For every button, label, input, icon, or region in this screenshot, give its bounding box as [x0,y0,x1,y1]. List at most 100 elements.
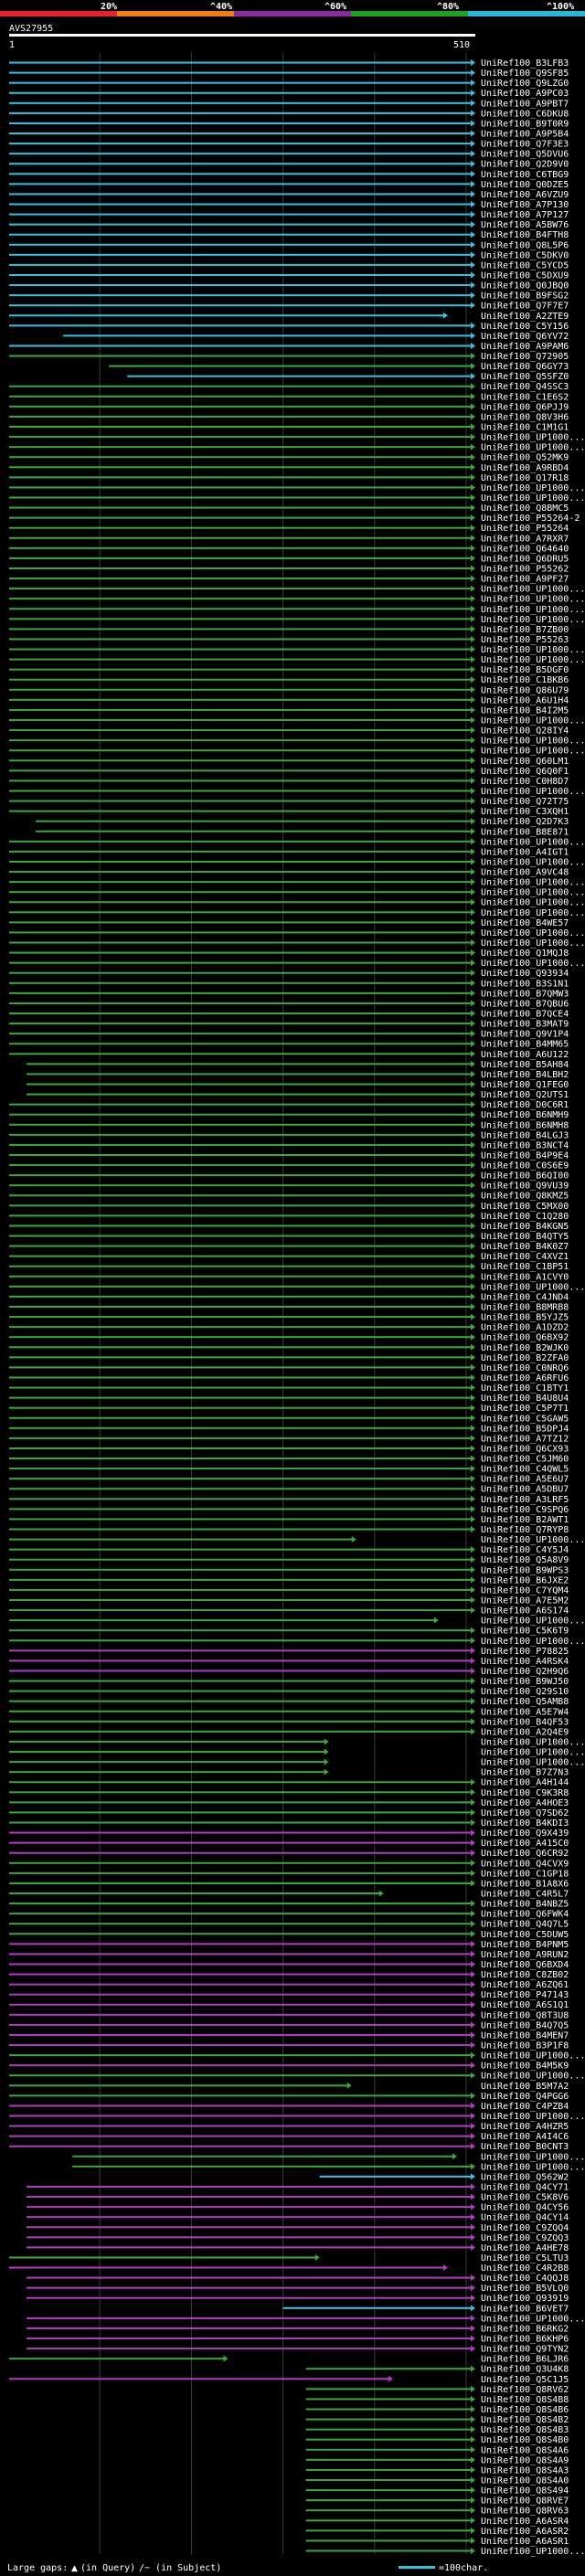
row-label[interactable]: UniRef100_B4MEN7 [481,2030,569,2041]
row-label[interactable]: UniRef100_P55264-2 [481,514,580,524]
row-label[interactable]: UniRef100_UP1000... [481,2072,585,2082]
row-label[interactable]: UniRef100_B5M7A2 [481,2082,569,2092]
row-label[interactable]: UniRef100_P55262 [481,564,569,574]
row-label[interactable]: UniRef100_UP1000... [481,2051,585,2062]
row-label[interactable]: UniRef100_B4LGJ3 [481,1130,569,1140]
row-label[interactable]: UniRef100_Q6Q0F1 [481,767,569,777]
row-label[interactable]: UniRef100_Q6DRU5 [481,554,569,564]
row-label[interactable]: UniRef100_C1E6S2 [481,392,569,402]
row-label[interactable]: UniRef100_UP1000... [481,1617,585,1627]
row-label[interactable]: UniRef100_Q4PGG6 [481,2092,569,2102]
row-label[interactable]: UniRef100_B3NCT4 [481,1140,569,1150]
row-label[interactable]: UniRef100_UP1000... [481,655,585,665]
row-label[interactable]: UniRef100_C5DUW5 [481,1930,569,1940]
row-label[interactable]: UniRef100_A7RXR7 [481,534,569,544]
row-label[interactable]: UniRef100_B3S1N1 [481,979,569,989]
row-label[interactable]: UniRef100_B4NBZ5 [481,1900,569,1910]
row-label[interactable]: UniRef100_UP1000... [481,938,585,949]
row-label[interactable]: UniRef100_A415C0 [481,1839,569,1849]
row-label[interactable]: UniRef100_A4HOE3 [481,1798,569,1808]
row-label[interactable]: UniRef100_Q2UTS1 [481,1090,569,1100]
row-label[interactable]: UniRef100_P55263 [481,635,569,645]
row-label[interactable]: UniRef100_Q8RV63 [481,2507,569,2517]
row-label[interactable]: UniRef100_A6S1Q1 [481,2000,569,2010]
row-label[interactable]: UniRef100_Q8S4A0 [481,2475,569,2486]
row-label[interactable]: UniRef100_B2WJK0 [481,1343,569,1353]
row-label[interactable]: UniRef100_Q72905 [481,352,569,362]
row-label[interactable]: UniRef100_C4QQJ8 [481,2274,569,2284]
row-label[interactable]: UniRef100_Q6BXD4 [481,1960,569,1970]
row-label[interactable]: UniRef100_C4XVZ1 [481,1252,569,1262]
row-label[interactable]: UniRef100_Q8S4A6 [481,2445,569,2455]
row-label[interactable]: UniRef100_C9SPQ6 [481,1505,569,1515]
row-label[interactable]: UniRef100_B3P1F8 [481,2041,569,2051]
row-label[interactable]: UniRef100_C1GP18 [481,1869,569,1879]
row-label[interactable]: UniRef100_Q6BX92 [481,1333,569,1343]
row-label[interactable]: UniRef100_Q5SFZ0 [481,372,569,382]
row-label[interactable]: UniRef100_B3LFB3 [481,58,569,69]
row-label[interactable]: UniRef100_C5JM60 [481,1455,569,1465]
row-label[interactable]: UniRef100_Q9SF85 [481,69,569,79]
row-label[interactable]: UniRef100_UP1000... [481,483,585,493]
row-label[interactable]: UniRef100_A9PBT7 [481,99,569,109]
row-label[interactable]: UniRef100_B4KGN5 [481,1222,569,1232]
row-label[interactable]: UniRef100_B4Q7Q5 [481,2020,569,2030]
row-label[interactable]: UniRef100_A7E5M2 [481,1595,569,1606]
row-label[interactable]: UniRef100_Q72T75 [481,797,569,807]
row-label[interactable]: UniRef100_UP1000... [481,1758,585,1768]
row-label[interactable]: UniRef100_Q4Q7L5 [481,1920,569,1930]
row-label[interactable]: UniRef100_Q6PJJ9 [481,402,569,412]
row-label[interactable]: UniRef100_A5E6U7 [481,1475,569,1485]
row-label[interactable]: UniRef100_C5DKV0 [481,250,569,260]
row-label[interactable]: UniRef100_UP1000... [481,1737,585,1747]
row-label[interactable]: UniRef100_A9P5B4 [481,130,569,140]
row-label[interactable]: UniRef100_Q52MK9 [481,453,569,463]
row-label[interactable]: UniRef100_Q5A8V9 [481,1555,569,1565]
row-label[interactable]: UniRef100_Q4CY56 [481,2203,569,2213]
row-label[interactable]: UniRef100_UP1000... [481,615,585,625]
row-label[interactable]: UniRef100_A7TZ12 [481,1434,569,1444]
row-label[interactable]: UniRef100_Q8S4B6 [481,2405,569,2415]
row-label[interactable]: UniRef100_Q7SD62 [481,1808,569,1818]
row-label[interactable]: UniRef100_B4P9E4 [481,1150,569,1161]
row-label[interactable]: UniRef100_C8ZB02 [481,1970,569,1980]
row-label[interactable]: UniRef100_UP1000... [481,1535,585,1545]
row-label[interactable]: UniRef100_B9WJ50 [481,1677,569,1687]
row-label[interactable]: UniRef100_P47143 [481,1990,569,2000]
row-label[interactable]: UniRef100_A9RUN2 [481,1950,569,1960]
row-label[interactable]: UniRef100_Q29S10 [481,1687,569,1697]
row-label[interactable]: UniRef100_A9RBD4 [481,463,569,473]
row-label[interactable]: UniRef100_C0NRQ6 [481,1363,569,1373]
row-label[interactable]: UniRef100_C6DKU8 [481,109,569,119]
row-label[interactable]: UniRef100_C9K3R8 [481,1788,569,1798]
row-label[interactable]: UniRef100_Q8S4B0 [481,2435,569,2445]
row-label[interactable]: UniRef100_UP1000... [481,747,585,757]
row-label[interactable]: UniRef100_A9VC48 [481,868,569,878]
row-label[interactable]: UniRef100_C5LTU3 [481,2253,569,2263]
row-label[interactable]: UniRef100_Q8RV62 [481,2385,569,2395]
row-label[interactable]: UniRef100_C5K8V6 [481,2193,569,2203]
row-label[interactable]: UniRef100_UP1000... [481,959,585,969]
row-label[interactable]: UniRef100_UP1000... [481,837,585,847]
row-label[interactable]: UniRef100_Q4CY71 [481,2182,569,2192]
row-label[interactable]: UniRef100_Q8S4A3 [481,2465,569,2475]
row-label[interactable]: UniRef100_A6VZU9 [481,190,569,200]
row-label[interactable]: UniRef100_A6ASR4 [481,2517,569,2527]
row-label[interactable]: UniRef100_UP1000... [481,595,585,605]
row-label[interactable]: UniRef100_Q5AMB8 [481,1697,569,1707]
row-label[interactable]: UniRef100_B4K0Z7 [481,1242,569,1252]
row-label[interactable]: UniRef100_UP1000... [481,2162,585,2172]
row-label[interactable]: UniRef100_A2ZTE9 [481,312,569,322]
row-label[interactable]: UniRef100_Q4CY14 [481,2213,569,2223]
row-label[interactable]: UniRef100_Q7RYP8 [481,1525,569,1535]
row-label[interactable]: UniRef100_UP1000... [481,645,585,655]
row-label[interactable]: UniRef100_B6LJR6 [481,2355,569,2365]
row-label[interactable]: UniRef100_Q1FEG0 [481,1080,569,1090]
row-label[interactable]: UniRef100_UP1000... [481,888,585,898]
row-label[interactable]: UniRef100_Q9LZG0 [481,79,569,89]
row-label[interactable]: UniRef100_UP1000... [481,605,585,615]
row-label[interactable]: UniRef100_B1A8X6 [481,1879,569,1889]
row-label[interactable]: UniRef100_D0C6R1 [481,1100,569,1110]
row-label[interactable]: UniRef100_Q8BMC5 [481,504,569,514]
row-label[interactable]: UniRef100_Q1MQJ8 [481,949,569,959]
